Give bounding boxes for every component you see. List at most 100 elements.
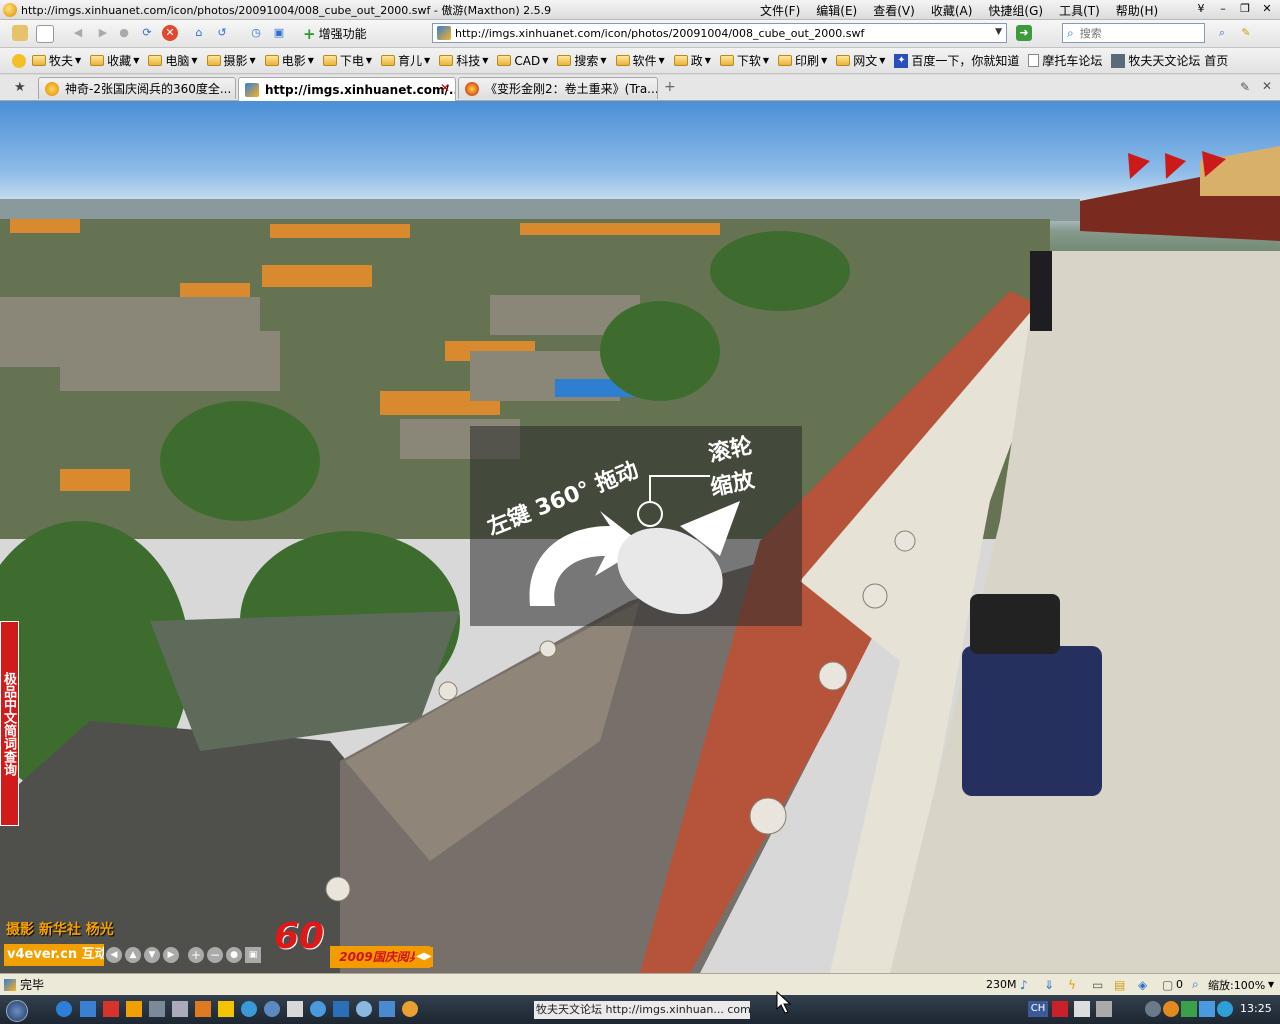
tray-icon[interactable]	[1163, 1001, 1179, 1017]
undo-close-icon[interactable]: ↺	[214, 25, 230, 41]
favorite-link[interactable]: ✦ 百度一下，你就知道	[894, 52, 1019, 69]
app-icon[interactable]	[310, 1001, 326, 1017]
app-icon[interactable]	[172, 1001, 188, 1017]
search-input[interactable]	[1077, 25, 1182, 41]
favorite-folder[interactable]: 网文 ▼	[836, 52, 885, 69]
tray-icon[interactable]	[1145, 1001, 1161, 1017]
pan-left-button[interactable]: ◀	[106, 947, 122, 963]
go-button[interactable]: ➜	[1016, 25, 1032, 41]
favorite-folder[interactable]: 下电 ▼	[322, 52, 372, 69]
zoom-out-button[interactable]: −	[207, 947, 223, 963]
reset-view-button[interactable]: ●	[226, 947, 242, 963]
window-icon[interactable]: ▭	[1092, 978, 1103, 992]
home-icon[interactable]: ⌂	[191, 25, 207, 41]
maxthon-app-icon[interactable]	[3, 2, 17, 17]
menu-edit[interactable]: 编辑(E)	[808, 2, 865, 19]
next-arrow-icon[interactable]: ◀▶	[415, 947, 433, 967]
layers-icon[interactable]: ◈	[1138, 978, 1147, 992]
language-indicator[interactable]: CH	[1028, 1001, 1048, 1017]
clock-icon[interactable]: ◷	[248, 25, 264, 41]
favorite-folder[interactable]: 育儿 ▼	[381, 52, 430, 69]
reader-icon[interactable]	[218, 1001, 234, 1017]
user-icon[interactable]	[12, 25, 28, 41]
app-icon[interactable]	[126, 1001, 142, 1017]
ime-icon[interactable]	[1052, 1001, 1068, 1017]
app-icon[interactable]	[264, 1001, 280, 1017]
menu-file[interactable]: 文件(F)	[752, 2, 808, 19]
folder-status-icon[interactable]: ▤	[1114, 978, 1125, 992]
tab-panorama-article[interactable]: 神奇-2张国庆阅兵的360度全...	[38, 77, 236, 99]
app-icon[interactable]	[379, 1001, 395, 1017]
pan-up-button[interactable]: ▲	[125, 947, 141, 963]
favorite-folder[interactable]: 摄影 ▼	[206, 52, 256, 69]
app-icon[interactable]	[149, 1001, 165, 1017]
pan-down-button[interactable]: ▼	[144, 947, 160, 963]
enhance-features-button[interactable]: + 增强功能	[303, 25, 367, 42]
menu-help[interactable]: 帮助(H)	[1108, 2, 1166, 19]
favorites-heart-icon[interactable]	[12, 53, 26, 68]
menu-groups[interactable]: 快捷组(G)	[980, 2, 1051, 19]
favorite-folder[interactable]: 印刷 ▼	[778, 52, 827, 69]
favorite-folder[interactable]: 电脑 ▼	[148, 52, 198, 69]
stop-icon[interactable]: ✕	[162, 25, 178, 41]
brand-badge[interactable]: v4ever.cn 互动橙	[4, 944, 104, 966]
app-icon[interactable]	[356, 1001, 372, 1017]
favorite-folder[interactable]: 科技 ▼	[439, 52, 488, 69]
highlight-icon[interactable]: ✎	[1238, 25, 1254, 41]
panorama-viewer[interactable]: 左键 360° 拖动 滚轮 缩放 极品中文简词查询 摄影 新华社 杨光 v4ev…	[0, 101, 1280, 973]
help-icon[interactable]	[1074, 1001, 1090, 1017]
favorite-folder[interactable]: 牧夫 ▼	[32, 52, 81, 69]
favorite-link[interactable]: 牧夫天文论坛 首页	[1111, 52, 1228, 69]
tab-swf-active[interactable]: http://imgs.xinhuanet.com/... ✕	[238, 77, 456, 101]
favorite-folder[interactable]: 搜索 ▼	[557, 52, 607, 69]
app-icon[interactable]	[241, 1001, 257, 1017]
chevron-icon[interactable]: ¥	[1192, 2, 1210, 16]
favorite-folder[interactable]: 政 ▼	[673, 52, 711, 69]
new-tab-button[interactable]: +	[664, 79, 676, 95]
side-banner[interactable]: 极品中文简词查询	[0, 621, 19, 826]
tab-transformers[interactable]: 《变形金刚2：卷土重来》(Tra...	[458, 77, 658, 99]
favorite-folder[interactable]: 软件 ▼	[615, 52, 665, 69]
menu-view[interactable]: 查看(V)	[865, 2, 923, 19]
download-icon[interactable]: ⇓	[1044, 978, 1054, 992]
tray-icon[interactable]	[1217, 1001, 1233, 1017]
app-icon[interactable]	[402, 1001, 418, 1017]
pin-icon[interactable]: ★	[14, 80, 26, 95]
tab-tools-icon[interactable]: ✎	[1240, 80, 1250, 94]
favorite-folder[interactable]: CAD ▼	[497, 54, 548, 68]
clock[interactable]: 13:25	[1240, 1002, 1272, 1015]
chevron-down-icon[interactable]: ▼	[1268, 980, 1274, 989]
zoom-in-button[interactable]: +	[188, 947, 204, 963]
new-page-icon[interactable]	[36, 25, 54, 43]
favorite-folder[interactable]: 收藏 ▼	[90, 52, 139, 69]
speaker-icon[interactable]: ♪	[1020, 978, 1028, 992]
app-icon[interactable]	[287, 1001, 303, 1017]
close-all-tabs-icon[interactable]: ✕	[1262, 79, 1272, 93]
app-icon[interactable]	[103, 1001, 119, 1017]
refresh-icon[interactable]: ⟳	[139, 25, 155, 41]
favorite-folder[interactable]: 下软 ▼	[719, 52, 769, 69]
chevron-down-icon[interactable]: ▼	[995, 27, 1002, 37]
screenshot-icon[interactable]: ▣	[271, 25, 287, 41]
window-switch-icon[interactable]	[80, 1001, 96, 1017]
minimize-button[interactable]: –	[1214, 2, 1232, 16]
favorite-link[interactable]: 摩托车论坛	[1028, 52, 1102, 69]
app-icon[interactable]	[333, 1001, 349, 1017]
restore-button[interactable]: ❐	[1236, 2, 1254, 16]
zoom-level[interactable]: 缩放:100%	[1208, 977, 1265, 993]
menu-favorites[interactable]: 收藏(A)	[923, 2, 981, 19]
menu-tools[interactable]: 工具(T)	[1051, 2, 1108, 19]
memory-usage[interactable]: 230M	[986, 978, 1017, 991]
start-button[interactable]	[6, 1000, 28, 1022]
lightning-icon[interactable]: ϟ	[1068, 978, 1076, 992]
search-icon[interactable]: ⌕	[1067, 26, 1074, 41]
tray-icon[interactable]	[1096, 1001, 1112, 1017]
close-tab-icon[interactable]: ✕	[440, 81, 450, 95]
zoom-icon[interactable]: ⌕	[1192, 977, 1199, 992]
popup-block-icon[interactable]: ▢	[1162, 978, 1173, 992]
favorite-folder[interactable]: 电影 ▼	[264, 52, 314, 69]
url-input[interactable]	[455, 26, 975, 40]
app-icon[interactable]	[195, 1001, 211, 1017]
history-icon[interactable]: ●	[116, 25, 132, 41]
forward-icon[interactable]: ▶	[95, 25, 111, 41]
